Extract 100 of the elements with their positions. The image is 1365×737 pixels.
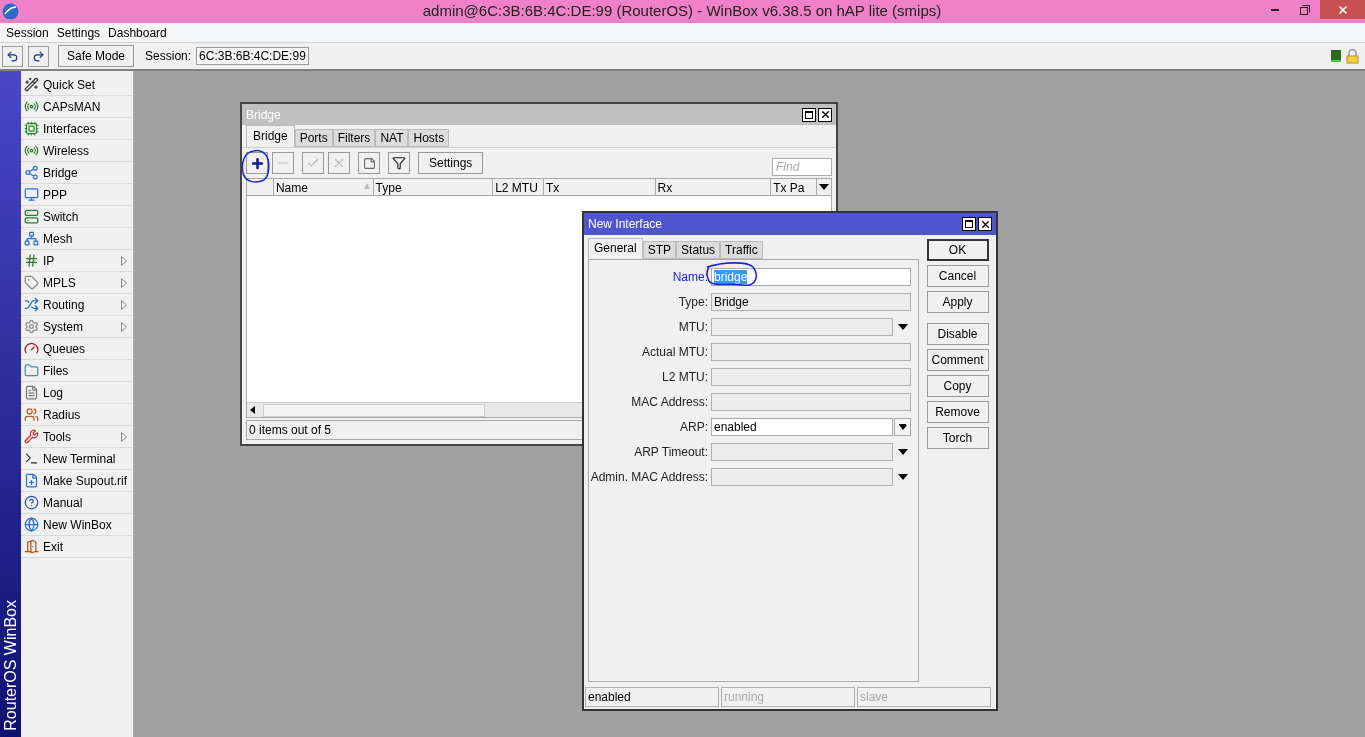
sidebar-item[interactable]: CAPsMAN — [21, 96, 133, 118]
dialog-button[interactable]: Apply — [926, 291, 989, 313]
sidebar-item[interactable]: Switch — [21, 206, 133, 228]
tab[interactable]: Hosts — [408, 129, 450, 147]
safe-mode-button[interactable]: Safe Mode — [58, 45, 135, 67]
tab[interactable]: General — [588, 238, 643, 259]
status-field: running — [721, 687, 855, 707]
sidebar-item[interactable]: Routing — [21, 294, 133, 316]
session-field[interactable]: 6C:3B:6B:4C:DE:99 — [196, 47, 309, 65]
lock-icon — [1346, 48, 1359, 64]
tab[interactable]: Bridge — [246, 125, 295, 147]
terminal-icon — [24, 451, 39, 466]
sidebar-item[interactable]: MPLS — [21, 272, 133, 294]
shuffle-icon — [24, 297, 39, 312]
note-icon — [362, 156, 376, 170]
sidebar-item[interactable]: Mesh — [21, 228, 133, 250]
sidebar-item[interactable]: New WinBox — [21, 514, 133, 536]
redo-button[interactable] — [28, 45, 49, 67]
field-label: Name: — [671, 269, 709, 286]
dialog-button[interactable]: Disable — [926, 323, 989, 345]
dialog-button[interactable]: Copy — [926, 375, 989, 397]
add-button[interactable] — [246, 152, 268, 174]
column-header[interactable]: Tx Pa — [771, 179, 817, 195]
column-header[interactable]: Name — [273, 179, 374, 195]
menu-item[interactable]: Session — [2, 23, 53, 42]
sidebar-item[interactable]: IP — [21, 250, 133, 272]
plus-icon — [249, 155, 265, 171]
field-label: Type: — [677, 294, 709, 311]
sidebar-item[interactable]: Bridge — [21, 162, 133, 184]
submenu-arrow-icon — [121, 300, 127, 310]
submenu-arrow-icon — [121, 322, 127, 332]
dialog-button[interactable]: Comment — [926, 349, 989, 371]
close-button[interactable] — [818, 107, 832, 122]
submenu-arrow-icon — [121, 256, 127, 266]
sidebar-item[interactable]: Quick Set — [21, 74, 133, 96]
gauge-icon — [24, 341, 39, 356]
tab[interactable]: NAT — [375, 129, 409, 147]
sidebar-item[interactable]: Files — [21, 360, 133, 382]
folder-icon — [24, 363, 39, 378]
dialog-button[interactable]: Torch — [926, 427, 989, 449]
close-button[interactable] — [978, 217, 992, 231]
tab[interactable]: Status — [676, 241, 721, 259]
close-icon — [1336, 3, 1349, 16]
column-header[interactable]: Rx — [655, 179, 772, 195]
select-field[interactable]: enabled — [711, 418, 893, 436]
window-title: New Interface — [588, 216, 664, 233]
settings-button[interactable]: Settings — [418, 152, 484, 174]
sort-arrow-icon — [363, 183, 370, 189]
tag-icon — [24, 275, 39, 290]
select-button[interactable] — [894, 418, 911, 436]
menu-item[interactable]: Dashboard — [104, 23, 171, 42]
sidebar-item[interactable]: Make Supout.rif — [21, 470, 133, 492]
close-icon — [819, 109, 831, 120]
filter-button[interactable] — [388, 152, 410, 174]
sidebar-item[interactable]: Radius — [21, 404, 133, 426]
dropdown-arrow-icon[interactable] — [898, 474, 908, 480]
find-field[interactable]: Find — [772, 158, 832, 176]
sidebar-item[interactable]: New Terminal — [21, 448, 133, 470]
side-banner: RouterOS WinBox — [0, 71, 21, 737]
column-header[interactable]: Type — [373, 179, 494, 195]
menu-item[interactable]: Settings — [52, 23, 105, 42]
filter-icon — [392, 156, 406, 170]
tab[interactable]: STP — [642, 241, 677, 259]
sidebar-item[interactable]: Tools — [21, 426, 133, 448]
sidebar-item[interactable]: System — [21, 316, 133, 338]
dialog-button[interactable]: Remove — [926, 401, 989, 423]
app-logo-icon — [2, 3, 19, 20]
sidebar-item[interactable]: Interfaces — [21, 118, 133, 140]
dialog-button[interactable]: OK — [926, 239, 989, 261]
field-label: ARP: — [679, 419, 709, 436]
globe-icon — [24, 517, 39, 532]
tab[interactable]: Ports — [294, 129, 333, 147]
file-icon — [24, 473, 39, 488]
sidebar-item[interactable]: Exit — [21, 536, 133, 558]
dropdown-arrow-icon[interactable] — [898, 324, 908, 330]
dropdown-arrow-icon[interactable] — [898, 449, 908, 455]
tab[interactable]: Filters — [332, 129, 376, 147]
dialog-button[interactable]: Cancel — [926, 265, 989, 287]
column-header[interactable]: L2 MTU — [493, 179, 544, 195]
wrench-icon — [24, 429, 39, 444]
sidebar-item[interactable]: Log — [21, 382, 133, 404]
maximize-button[interactable] — [802, 107, 816, 122]
sidebar-item[interactable]: Manual — [21, 492, 133, 514]
dropdown-field[interactable] — [711, 468, 893, 486]
comment-button[interactable] — [358, 152, 380, 174]
status-indicator-icon — [1331, 50, 1341, 62]
door-icon — [24, 539, 39, 554]
status-text: 0 items out of 5 — [249, 422, 332, 439]
tab[interactable]: Traffic — [720, 241, 763, 259]
nodes-icon — [24, 231, 39, 246]
sidebar-item[interactable]: Queues — [21, 338, 133, 360]
dropdown-field[interactable] — [711, 318, 893, 336]
dropdown-field[interactable] — [711, 443, 893, 461]
antenna-icon — [24, 143, 39, 158]
window-title: admin@6C:3B:6B:4C:DE:99 (RouterOS) - WinBox v6.38.5 on hAP lite (smips) — [421, 1, 943, 22]
undo-button[interactable] — [2, 45, 23, 67]
sidebar-item[interactable]: Wireless — [21, 140, 133, 162]
column-header[interactable]: Tx — [543, 179, 656, 195]
maximize-button[interactable] — [962, 217, 976, 231]
sidebar-item[interactable]: PPP — [21, 184, 133, 206]
